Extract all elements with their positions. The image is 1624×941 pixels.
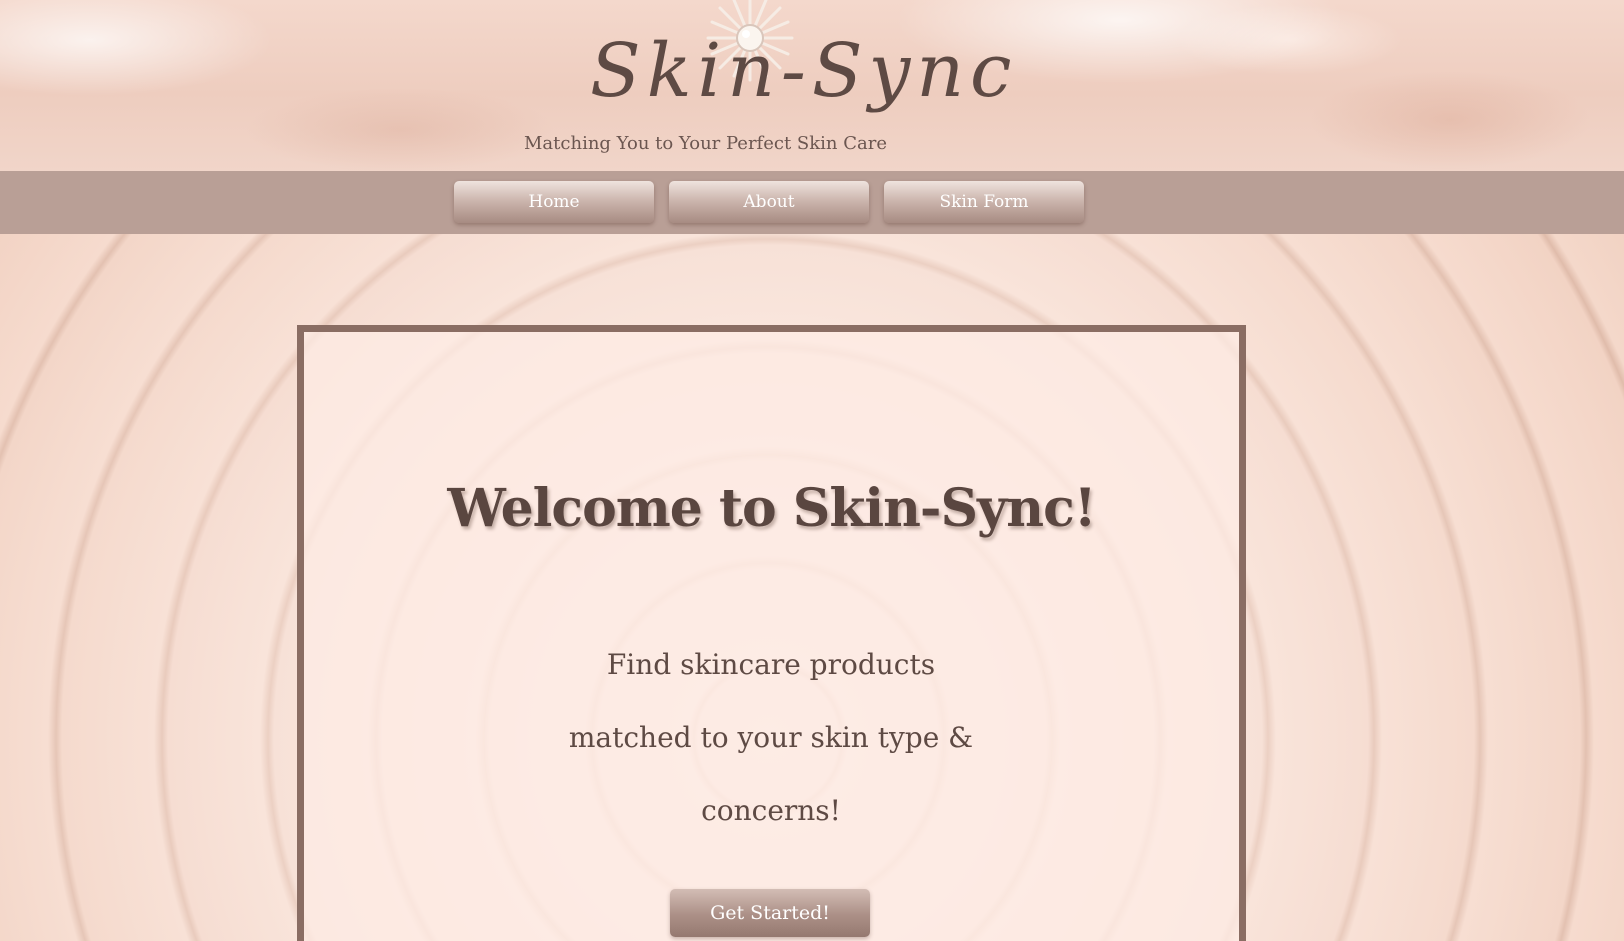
nav-about-button[interactable]: About [669,181,869,223]
welcome-heading: Welcome to Skin-Sync! [447,478,1096,539]
site-tagline: Matching You to Your Perfect Skin Care [524,133,887,154]
welcome-subtitle: Find skincare products matched to your s… [568,648,974,827]
nav-skin-form-button[interactable]: Skin Form [884,181,1084,223]
site-logo[interactable]: Skin-Sync [590,34,1017,108]
welcome-card: Welcome to Skin-Sync! Find skincare prod… [297,325,1246,941]
header-banner: Skin-Sync Matching You to Your Perfect S… [0,0,1624,171]
nav-home-button[interactable]: Home [454,181,654,223]
nav-bar: Home About Skin Form [0,171,1624,234]
get-started-button[interactable]: Get Started! [670,889,870,937]
